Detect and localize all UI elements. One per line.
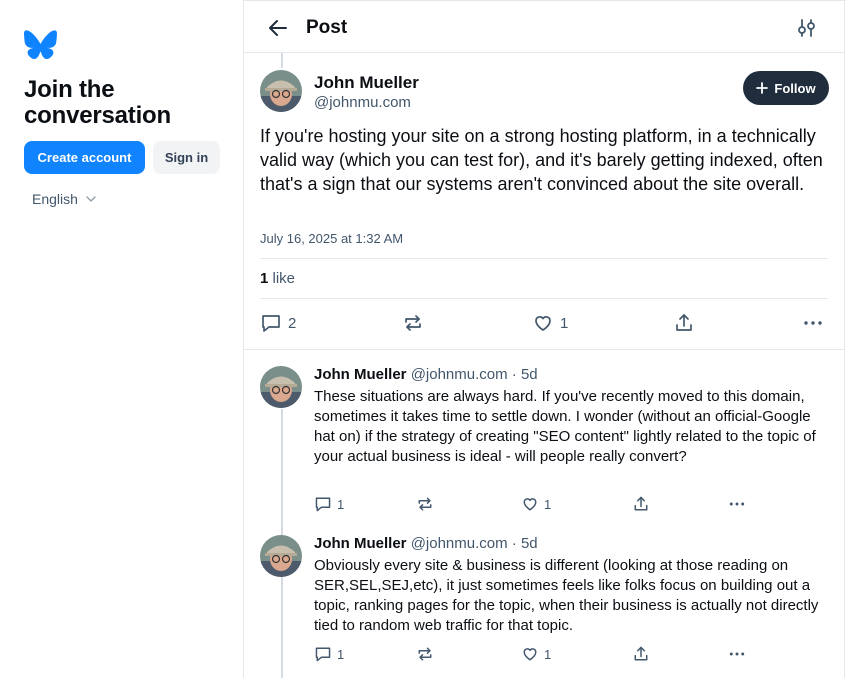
like-button[interactable]: 1 (521, 495, 551, 513)
more-options-button[interactable] (728, 645, 746, 663)
language-select[interactable]: English (32, 191, 96, 207)
avatar[interactable] (260, 535, 302, 577)
filter-icon[interactable] (796, 17, 818, 39)
more-icon (729, 652, 745, 656)
more-options-button[interactable] (728, 495, 746, 513)
avatar[interactable] (260, 70, 302, 112)
reply-count: 1 (337, 496, 345, 512)
back-arrow-icon[interactable] (266, 16, 290, 40)
reply-author-name[interactable]: John Mueller (314, 366, 407, 383)
page-title: Post (306, 17, 348, 38)
share-button[interactable] (632, 495, 650, 513)
author-handle[interactable]: @johnmu.com (314, 94, 411, 111)
share-icon (676, 314, 692, 331)
reply-text: Obviously every site & business is diffe… (314, 557, 819, 634)
chevron-down-icon (86, 196, 96, 202)
sidebar: Join the conversation Create account Sig… (0, 0, 243, 678)
butterfly-logo-icon[interactable] (24, 30, 57, 60)
like-button[interactable]: 1 (521, 645, 551, 663)
repost-icon (418, 647, 432, 661)
heart-icon (535, 316, 551, 331)
follow-label: Follow (774, 80, 816, 96)
share-icon (634, 646, 648, 661)
divider (244, 349, 844, 350)
like-count: 1 (544, 496, 552, 512)
like-count-action: 1 (560, 314, 569, 332)
repost-icon (405, 315, 421, 331)
reply-actions: 1 1 (314, 645, 754, 665)
reply-button[interactable]: 1 (314, 645, 344, 663)
post-timestamp[interactable]: July 16, 2025 at 1:32 AM (260, 231, 403, 246)
reply-meta: @johnmu.com · 5d (410, 366, 538, 383)
post-actions: 2 1 (260, 312, 830, 336)
author-name[interactable]: John Mueller (314, 73, 419, 93)
thread-line-top (281, 53, 283, 68)
language-label: English (32, 191, 78, 207)
more-options-button[interactable] (802, 312, 824, 334)
reply-button[interactable]: 2 (260, 312, 296, 334)
avatar[interactable] (260, 366, 302, 408)
page-header: Post (244, 1, 844, 53)
reply-header: John Mueller @johnmu.com · 5d (314, 366, 538, 383)
post-thread-column: Post John Mueller @johnmu.com Follow If … (243, 0, 846, 678)
reply-count: 1 (337, 646, 345, 662)
share-button[interactable] (632, 645, 650, 663)
share-icon (634, 496, 648, 511)
follow-button[interactable]: Follow (743, 71, 829, 105)
comment-icon (262, 315, 280, 332)
like-word: like (272, 270, 296, 287)
like-count-link[interactable]: 1 like (260, 270, 295, 287)
plus-icon (756, 82, 769, 94)
heart-icon (523, 648, 537, 661)
more-icon (729, 502, 745, 506)
join-title: Join the conversation (24, 76, 171, 129)
comment-icon (315, 647, 331, 662)
heart-icon (523, 498, 537, 511)
like-button[interactable]: 1 (532, 312, 568, 334)
repost-button[interactable] (402, 312, 424, 334)
reply-text: These situations are always hard. If you… (314, 388, 816, 465)
comment-icon (315, 497, 331, 512)
reply-header: John Mueller @johnmu.com · 5d (314, 535, 538, 552)
share-button[interactable] (673, 312, 695, 334)
reply-button[interactable]: 1 (314, 495, 344, 513)
reply-author-name[interactable]: John Mueller (314, 535, 407, 552)
like-count: 1 (260, 270, 269, 287)
create-account-button[interactable]: Create account (24, 141, 145, 174)
repost-button[interactable] (416, 645, 434, 663)
reply-meta: @johnmu.com · 5d (410, 535, 538, 552)
repost-button[interactable] (416, 495, 434, 513)
reply-actions: 1 1 (314, 495, 754, 515)
sign-in-button[interactable]: Sign in (153, 141, 220, 174)
repost-icon (418, 497, 432, 511)
divider (260, 298, 828, 299)
like-count: 1 (544, 646, 552, 662)
reply-count: 2 (288, 314, 297, 332)
more-icon (804, 321, 822, 325)
post-text: If you're hosting your site on a strong … (260, 126, 823, 194)
divider (260, 258, 828, 259)
